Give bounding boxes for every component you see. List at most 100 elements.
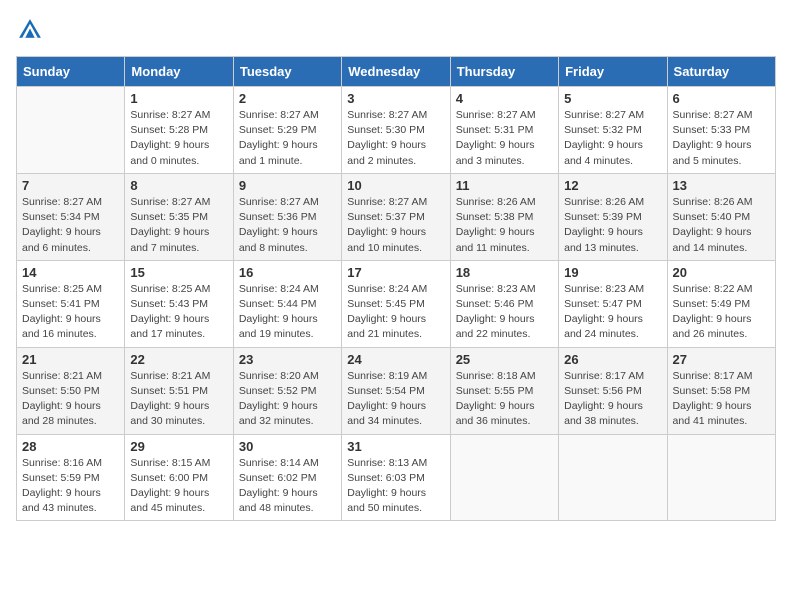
calendar-cell: 17 Sunrise: 8:24 AMSunset: 5:45 PMDayligh… [342,260,450,347]
day-number: 20 [673,265,770,280]
day-number: 27 [673,352,770,367]
day-number: 4 [456,91,553,106]
calendar-cell [17,87,125,174]
day-number: 17 [347,265,444,280]
day-number: 22 [130,352,227,367]
calendar-cell: 9 Sunrise: 8:27 AMSunset: 5:36 PMDaylight… [233,173,341,260]
calendar-week-row: 1 Sunrise: 8:27 AMSunset: 5:28 PMDaylight… [17,87,776,174]
calendar-cell: 23 Sunrise: 8:20 AMSunset: 5:52 PMDayligh… [233,347,341,434]
day-number: 23 [239,352,336,367]
calendar-cell: 25Sunrise: 8:18 AMSunset: 5:55 PMDayligh… [450,347,558,434]
calendar-cell: 8 Sunrise: 8:27 AMSunset: 5:35 PMDaylight… [125,173,233,260]
calendar-cell [559,434,667,521]
day-info: Sunrise: 8:27 AMSunset: 5:37 PMDaylight:… [347,195,444,256]
calendar-cell: 30 Sunrise: 8:14 AMSunset: 6:02 PMDayligh… [233,434,341,521]
day-info: Sunrise: 8:24 AMSunset: 5:45 PMDaylight:… [347,282,444,343]
weekday-header-monday: Monday [125,57,233,87]
weekday-header-thursday: Thursday [450,57,558,87]
calendar-cell: 6Sunrise: 8:27 AMSunset: 5:33 PMDaylight… [667,87,775,174]
calendar-week-row: 21 Sunrise: 8:21 AMSunset: 5:50 PMDayligh… [17,347,776,434]
day-info: Sunrise: 8:23 AMSunset: 5:47 PMDaylight:… [564,282,661,343]
logo-icon [16,16,44,44]
calendar-cell: 3Sunrise: 8:27 AMSunset: 5:30 PMDaylight… [342,87,450,174]
day-number: 28 [22,439,119,454]
calendar-cell: 15 Sunrise: 8:25 AMSunset: 5:43 PMDayligh… [125,260,233,347]
day-number: 29 [130,439,227,454]
day-info: Sunrise: 8:26 AMSunset: 5:39 PMDaylight:… [564,195,661,256]
day-number: 2 [239,91,336,106]
day-info: Sunrise: 8:17 AMSunset: 5:58 PMDaylight:… [673,369,770,430]
calendar-cell: 13 Sunrise: 8:26 AMSunset: 5:40 PMDayligh… [667,173,775,260]
calendar-cell: 12 Sunrise: 8:26 AMSunset: 5:39 PMDayligh… [559,173,667,260]
day-number: 8 [130,178,227,193]
day-number: 13 [673,178,770,193]
calendar-cell: 16 Sunrise: 8:24 AMSunset: 5:44 PMDayligh… [233,260,341,347]
day-info: Sunrise: 8:27 AMSunset: 5:30 PMDaylight:… [347,108,444,169]
calendar-cell: 1 Sunrise: 8:27 AMSunset: 5:28 PMDaylight… [125,87,233,174]
day-info: Sunrise: 8:14 AMSunset: 6:02 PMDaylight:… [239,456,336,517]
day-number: 9 [239,178,336,193]
calendar-cell: 2 Sunrise: 8:27 AMSunset: 5:29 PMDaylight… [233,87,341,174]
weekday-header-friday: Friday [559,57,667,87]
day-number: 31 [347,439,444,454]
day-number: 15 [130,265,227,280]
day-number: 7 [22,178,119,193]
calendar-cell [450,434,558,521]
day-info: Sunrise: 8:27 AMSunset: 5:33 PMDaylight:… [673,108,770,169]
day-info: Sunrise: 8:22 AMSunset: 5:49 PMDaylight:… [673,282,770,343]
day-info: Sunrise: 8:27 AMSunset: 5:35 PMDaylight:… [130,195,227,256]
calendar-table: SundayMondayTuesdayWednesdayThursdayFrid… [16,56,776,521]
day-info: Sunrise: 8:13 AMSunset: 6:03 PMDaylight:… [347,456,444,517]
calendar-cell: 18 Sunrise: 8:23 AMSunset: 5:46 PMDayligh… [450,260,558,347]
day-info: Sunrise: 8:25 AMSunset: 5:43 PMDaylight:… [130,282,227,343]
day-number: 12 [564,178,661,193]
calendar-cell: 10 Sunrise: 8:27 AMSunset: 5:37 PMDayligh… [342,173,450,260]
day-info: Sunrise: 8:21 AMSunset: 5:51 PMDaylight:… [130,369,227,430]
day-number: 18 [456,265,553,280]
day-number: 16 [239,265,336,280]
day-info: Sunrise: 8:20 AMSunset: 5:52 PMDaylight:… [239,369,336,430]
page-header [16,16,776,44]
calendar-week-row: 14 Sunrise: 8:25 AMSunset: 5:41 PMDayligh… [17,260,776,347]
calendar-cell: 20 Sunrise: 8:22 AMSunset: 5:49 PMDayligh… [667,260,775,347]
day-number: 11 [456,178,553,193]
weekday-header-tuesday: Tuesday [233,57,341,87]
day-number: 5 [564,91,661,106]
day-number: 30 [239,439,336,454]
day-info: Sunrise: 8:19 AMSunset: 5:54 PMDaylight:… [347,369,444,430]
day-info: Sunrise: 8:27 AMSunset: 5:28 PMDaylight:… [130,108,227,169]
calendar-cell: 19Sunrise: 8:23 AMSunset: 5:47 PMDayligh… [559,260,667,347]
calendar-cell: 5 Sunrise: 8:27 AMSunset: 5:32 PMDaylight… [559,87,667,174]
weekday-header-wednesday: Wednesday [342,57,450,87]
logo [16,16,46,44]
calendar-cell: 22 Sunrise: 8:21 AMSunset: 5:51 PMDayligh… [125,347,233,434]
day-number: 26 [564,352,661,367]
day-number: 10 [347,178,444,193]
calendar-cell [667,434,775,521]
day-info: Sunrise: 8:27 AMSunset: 5:34 PMDaylight:… [22,195,119,256]
calendar-cell: 4 Sunrise: 8:27 AMSunset: 5:31 PMDaylight… [450,87,558,174]
day-info: Sunrise: 8:27 AMSunset: 5:31 PMDaylight:… [456,108,553,169]
calendar-cell: 31 Sunrise: 8:13 AMSunset: 6:03 PMDayligh… [342,434,450,521]
weekday-header-saturday: Saturday [667,57,775,87]
day-info: Sunrise: 8:27 AMSunset: 5:36 PMDaylight:… [239,195,336,256]
day-number: 25 [456,352,553,367]
day-number: 21 [22,352,119,367]
day-info: Sunrise: 8:27 AMSunset: 5:32 PMDaylight:… [564,108,661,169]
weekday-header-row: SundayMondayTuesdayWednesdayThursdayFrid… [17,57,776,87]
day-number: 14 [22,265,119,280]
day-info: Sunrise: 8:25 AMSunset: 5:41 PMDaylight:… [22,282,119,343]
day-info: Sunrise: 8:26 AMSunset: 5:40 PMDaylight:… [673,195,770,256]
day-info: Sunrise: 8:21 AMSunset: 5:50 PMDaylight:… [22,369,119,430]
day-number: 24 [347,352,444,367]
day-number: 1 [130,91,227,106]
day-info: Sunrise: 8:17 AMSunset: 5:56 PMDaylight:… [564,369,661,430]
day-info: Sunrise: 8:15 AMSunset: 6:00 PMDaylight:… [130,456,227,517]
weekday-header-sunday: Sunday [17,57,125,87]
calendar-cell: 26 Sunrise: 8:17 AMSunset: 5:56 PMDayligh… [559,347,667,434]
calendar-cell: 14 Sunrise: 8:25 AMSunset: 5:41 PMDayligh… [17,260,125,347]
day-info: Sunrise: 8:23 AMSunset: 5:46 PMDaylight:… [456,282,553,343]
day-info: Sunrise: 8:24 AMSunset: 5:44 PMDaylight:… [239,282,336,343]
day-info: Sunrise: 8:27 AMSunset: 5:29 PMDaylight:… [239,108,336,169]
calendar-cell: 7 Sunrise: 8:27 AMSunset: 5:34 PMDaylight… [17,173,125,260]
